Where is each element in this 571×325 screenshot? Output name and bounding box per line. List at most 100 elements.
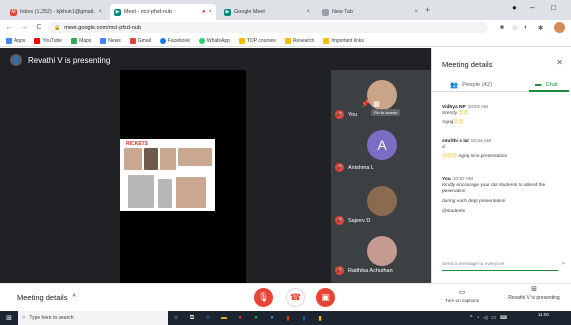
bookmark-whatsapp[interactable]: WhatsApp — [198, 37, 230, 44]
file-explorer-icon[interactable]: ▬ — [216, 315, 232, 321]
close-tab-icon[interactable]: × — [98, 9, 102, 15]
bookmark-apps[interactable]: Apps — [6, 37, 25, 44]
address-bar[interactable]: 🔒 meet.google.com/mci-pfsd-nub — [48, 22, 488, 33]
tab-gmail[interactable]: M Inbox (1,252) - kjkhuk1@gmail.c × — [6, 4, 106, 20]
network-icon[interactable]: ◔ — [476, 315, 479, 321]
taskbar-clock[interactable]: 11:00 — [538, 312, 549, 317]
tab-chat[interactable]: ▬ Chat — [535, 81, 558, 88]
facebook-icon — [159, 37, 166, 44]
bookmark-top-courses[interactable]: TOP courses — [238, 37, 276, 44]
close-icon[interactable]: ✕ — [556, 58, 563, 67]
folder-icon — [323, 37, 330, 44]
message-sender: You — [442, 177, 451, 182]
taskbar-search[interactable]: ○ Type here to search — [18, 311, 168, 325]
message-time: 10:57 AM — [452, 177, 473, 182]
chevron-up-icon[interactable]: ^ — [470, 315, 472, 321]
extension-icon[interactable]: ◐ — [524, 24, 528, 31]
presenting-button[interactable]: ⊞ Revathi V is presenting — [506, 286, 562, 301]
mic-off-icon: 🎙 — [257, 292, 270, 302]
app-icon[interactable]: ● — [248, 315, 264, 321]
meeting-details-panel: Meeting details ✕ 👥 People (42) ▬ Chat V… — [431, 48, 571, 283]
browser-toolbar: ← → C 🔒 meet.google.com/mci-pfsd-nub ■ ☆… — [0, 20, 571, 35]
forward-button[interactable]: → — [18, 24, 30, 31]
meeting-details-button[interactable]: Meeting details ^ — [17, 293, 76, 302]
grid-view-icon[interactable]: ▦ — [371, 98, 382, 109]
chat-icon: ▬ — [535, 81, 542, 88]
new-tab-icon — [322, 8, 329, 16]
minimize-button[interactable]: – — [530, 3, 534, 12]
panel-title: Meeting details — [442, 60, 493, 69]
system-tray: ^ ◔ ◁ ▭ ⌨ — [470, 311, 511, 325]
language-icon[interactable]: ⌨ — [500, 315, 507, 321]
apps-grid-icon — [6, 37, 12, 44]
volume-icon[interactable]: ◁ — [483, 315, 487, 321]
slide-image — [160, 148, 176, 170]
close-tab-icon[interactable]: × — [306, 9, 310, 15]
back-button[interactable]: ← — [3, 24, 15, 31]
send-icon[interactable]: ➤ — [561, 260, 566, 267]
active-tab-indicator — [529, 90, 569, 92]
camera-toggle-button[interactable]: ▣ — [316, 288, 335, 307]
captions-button[interactable]: ▭ Turn on captions — [437, 288, 487, 303]
bookmark-star-icon[interactable]: ☆ — [512, 24, 518, 32]
participant-avatar-letter: A — [367, 130, 397, 160]
chat-message: smrithi s lal 10:54 AM d. 😊😊😊 Agraj nice … — [442, 139, 508, 159]
powerpoint-icon[interactable]: ▮ — [280, 315, 296, 322]
camera-permission-icon[interactable]: ■ — [500, 24, 504, 31]
close-tab-icon[interactable]: × — [208, 9, 212, 15]
tab-google-meet[interactable]: ▶ Google Meet × — [220, 4, 314, 20]
extensions-puzzle-icon[interactable]: ✱ — [538, 24, 543, 32]
bookmark-facebook[interactable]: Facebook — [159, 37, 190, 44]
message-time: 10:54 AM — [470, 139, 491, 144]
task-view-icon[interactable]: ⧉ — [184, 315, 200, 322]
word-icon[interactable]: ▮ — [296, 315, 312, 322]
bookmark-news[interactable]: News — [100, 37, 121, 44]
profile-avatar[interactable] — [554, 22, 565, 33]
edge-icon[interactable]: e — [200, 315, 216, 321]
bookmark-maps[interactable]: Maps — [71, 37, 91, 44]
present-screen-icon: ⊞ — [531, 286, 537, 293]
presenter-avatar: 👤 — [10, 54, 22, 66]
gmail-icon — [129, 37, 136, 44]
slide-image — [176, 177, 206, 208]
presentation-slide: RICKETS — [120, 139, 215, 211]
windows-start-icon[interactable]: ⊞ — [0, 314, 18, 322]
slide-image — [178, 148, 212, 166]
close-tab-icon[interactable]: × — [414, 9, 418, 15]
url-text: meet.google.com/mci-pfsd-nub — [64, 24, 142, 31]
folder-icon — [238, 37, 245, 44]
maps-icon — [71, 37, 78, 44]
tab-meet-active[interactable]: ▶ Meet - mci-pfsd-nub ● × — [110, 4, 216, 20]
slide-image — [158, 179, 172, 208]
tab-people[interactable]: 👥 People (42) — [450, 81, 492, 89]
tab-new-tab[interactable]: New Tab × — [318, 4, 422, 20]
youtube-icon — [34, 37, 41, 44]
recording-indicator-icon: ● — [201, 9, 206, 15]
chat-input[interactable]: Send a message to everyone — [442, 259, 558, 271]
bookmark-important-links[interactable]: Important links — [323, 37, 364, 44]
reload-button[interactable]: C — [33, 24, 45, 31]
mic-off-icon: 🎤 — [335, 110, 344, 119]
message-sender: smrithi s lal — [442, 139, 469, 144]
bookmark-research[interactable]: Research — [284, 37, 314, 44]
new-tab-button[interactable]: + — [425, 5, 430, 15]
pin-icon[interactable]: 📌 — [360, 98, 371, 109]
profile-icon[interactable]: ● — [512, 3, 517, 12]
chrome-icon[interactable]: ● — [232, 315, 248, 321]
app-icon[interactable]: ● — [264, 315, 280, 321]
meet-control-bar: Meeting details ^ 🎙 ☎ ▣ ▭ Turn on captio… — [0, 283, 571, 311]
slide-image — [144, 148, 158, 170]
cortana-icon[interactable]: ○ — [168, 315, 184, 321]
news-icon — [100, 37, 107, 44]
participant-video-sajeev — [367, 186, 397, 216]
bookmark-gmail[interactable]: Gmail — [129, 37, 151, 44]
hang-up-icon: ☎ — [289, 292, 302, 302]
app-icon[interactable]: ▮ — [312, 315, 328, 322]
mic-toggle-button[interactable]: 🎙 — [254, 288, 273, 307]
windows-taskbar: ⊞ ○ Type here to search ○ ⧉ e ▬ ● ● ● ▮ … — [0, 311, 571, 325]
maximize-button[interactable]: □ — [551, 3, 556, 12]
bookmark-youtube[interactable]: YouTube — [34, 37, 62, 44]
browser-tab-strip: M Inbox (1,252) - kjkhuk1@gmail.c × ▶ Me… — [0, 0, 571, 20]
battery-icon[interactable]: ▭ — [491, 315, 496, 321]
leave-call-button[interactable]: ☎ — [286, 288, 305, 307]
